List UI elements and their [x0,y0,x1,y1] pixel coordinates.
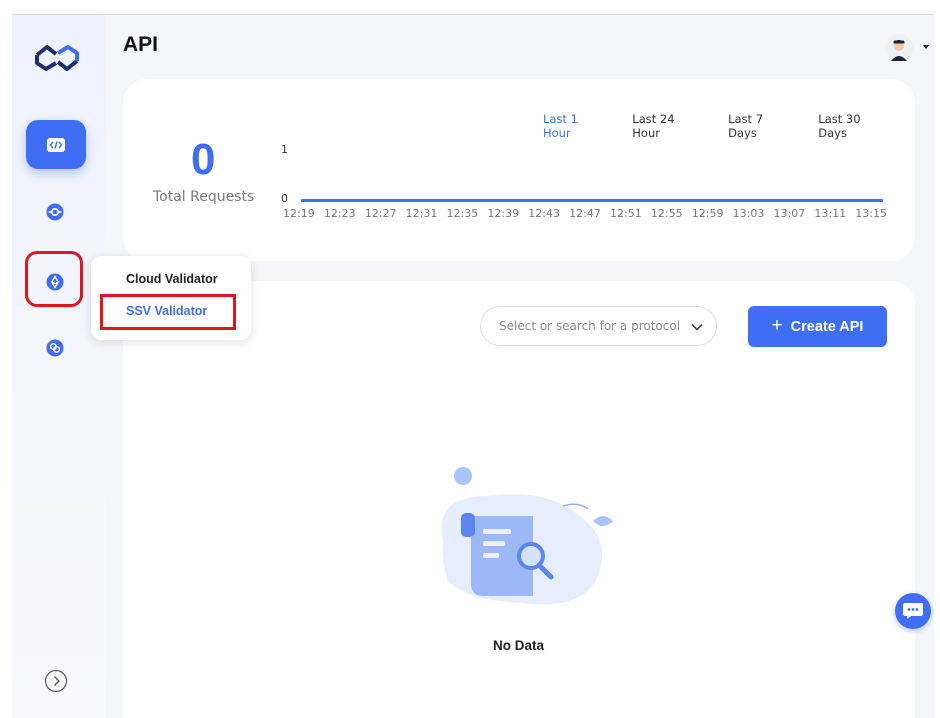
validator-highlight-box [25,251,83,307]
x-tick-label: 12:31 [405,207,438,220]
chevron-down-icon[interactable] [923,45,929,49]
x-axis: 12:19 12:23 12:27 12:31 12:35 12:39 12:43 12:47… [283,207,887,220]
total-requests-label: Total Requests [153,189,255,205]
x-tick-label: 13:03 [732,207,765,220]
y-tick-label: 1 [281,143,288,156]
x-tick-label: 13:11 [814,207,847,220]
tab-last-1-hour[interactable]: Last 1 Hour [543,112,602,140]
main-content: API 0 Total Requests Last 1 Hour Last 24… [105,15,934,718]
menu-item-cloud-validator[interactable]: Cloud Validator [126,272,218,286]
x-tick-label: 12:43 [528,207,560,220]
x-tick-label: 12:27 [364,207,397,220]
chat-support-button[interactable] [895,593,931,629]
logo-icon[interactable] [32,41,82,75]
protocol-select[interactable]: Select or search for a protocol [480,306,717,346]
sidebar [12,15,105,718]
protocol-select-placeholder: Select or search for a protocol [499,319,681,333]
sidebar-item-api[interactable] [26,120,86,169]
time-range-tabs: Last 1 Hour Last 24 Hour Last 7 Days Las… [543,112,915,140]
x-tick-label: 12:39 [487,207,520,220]
x-tick-label: 12:51 [610,207,642,220]
x-tick-label: 12:19 [283,207,315,220]
x-tick-label: 12:35 [446,207,479,220]
empty-state-text: No Data [493,638,545,653]
ssv-highlight-box [100,294,236,330]
page-title: API [123,33,159,56]
link-icon [46,339,64,357]
tab-last-30-days[interactable]: Last 30 Days [818,112,885,140]
tab-last-7-days[interactable]: Last 7 Days [728,112,788,140]
plus-icon: + [771,314,783,336]
x-tick-label: 12:23 [323,207,356,220]
series-line [301,199,883,202]
chevron-down-icon [691,323,703,331]
chat-icon [903,603,923,619]
expand-chevron-icon[interactable] [44,669,68,693]
x-tick-label: 13:07 [773,207,806,220]
code-icon [47,137,65,152]
validator-popover-menu: Cloud Validator SSV Validator [91,256,251,340]
x-tick-label: 12:47 [569,207,601,220]
x-tick-label: 13:15 [855,207,887,220]
x-tick-label: 12:55 [650,207,683,220]
x-tick-label: 12:59 [691,207,724,220]
total-requests-value: 0 [191,135,216,184]
empty-document-illustration [441,467,613,605]
node-icon [46,203,64,221]
sidebar-item-node[interactable] [45,202,65,222]
stats-card: 0 Total Requests Last 1 Hour Last 24 Hou… [123,79,915,261]
sidebar-item-link[interactable] [45,338,65,358]
api-list-card: Select or search for a protocol + Create… [123,281,915,718]
y-tick-label: 0 [281,192,288,205]
tab-last-24-hour[interactable]: Last 24 Hour [632,112,698,140]
avatar[interactable] [885,34,913,62]
create-api-label: Create API [790,318,864,335]
create-api-button[interactable]: + Create API [748,306,887,347]
